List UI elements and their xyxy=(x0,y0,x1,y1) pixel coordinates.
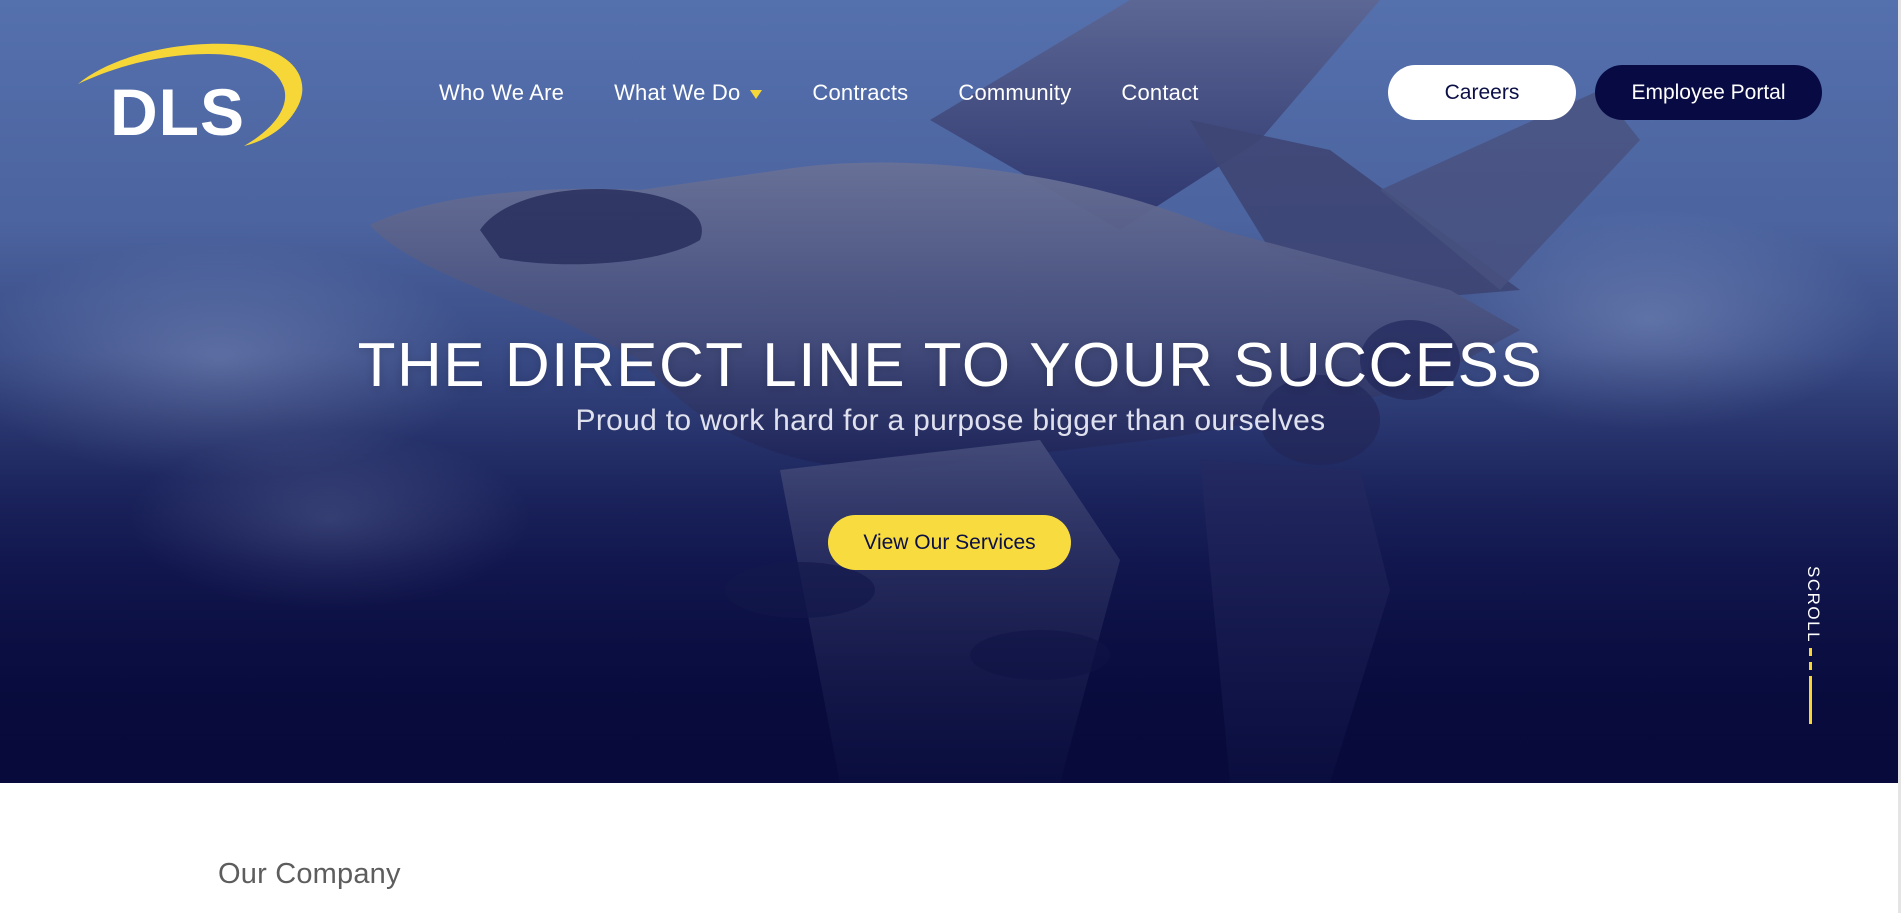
logo-text: DLS xyxy=(110,75,245,146)
nav-item-label: Who We Are xyxy=(439,80,565,105)
main-nav: Who We Are What We Do Contracts Communit… xyxy=(439,76,1199,110)
nav-item-label: What We Do xyxy=(614,80,741,105)
nav-item-label: Contracts xyxy=(812,80,909,105)
scroll-dash xyxy=(1809,662,1812,670)
employee-portal-button[interactable]: Employee Portal xyxy=(1595,65,1822,120)
scroll-label: SCROLL xyxy=(1804,566,1823,644)
nav-item-what-we-do[interactable]: What We Do xyxy=(614,80,763,106)
scroll-line xyxy=(1809,676,1812,724)
hero-headline: THE DIRECT LINE TO YOUR SUCCESS xyxy=(357,330,1544,400)
employee-portal-button-label: Employee Portal xyxy=(1631,80,1786,104)
scroll-dash xyxy=(1809,648,1812,656)
nav-item-who-we-are[interactable]: Who We Are xyxy=(439,80,564,106)
nav-item-label: Community xyxy=(958,80,1072,105)
nav-item-contracts[interactable]: Contracts xyxy=(812,80,908,106)
dropdown-caret-icon xyxy=(750,89,763,99)
nav-item-contact[interactable]: Contact xyxy=(1121,80,1198,106)
dls-logo[interactable]: DLS xyxy=(76,38,308,146)
careers-button[interactable]: Careers xyxy=(1388,65,1576,120)
our-company-heading: Our Company xyxy=(218,858,401,890)
nav-item-community[interactable]: Community xyxy=(958,80,1071,106)
view-services-button-label: View Our Services xyxy=(863,530,1036,554)
hero-subheadline: Proud to work hard for a purpose bigger … xyxy=(575,404,1326,437)
nav-item-label: Contact xyxy=(1121,80,1199,105)
careers-button-label: Careers xyxy=(1444,80,1520,104)
view-services-button[interactable]: View Our Services xyxy=(828,515,1071,570)
